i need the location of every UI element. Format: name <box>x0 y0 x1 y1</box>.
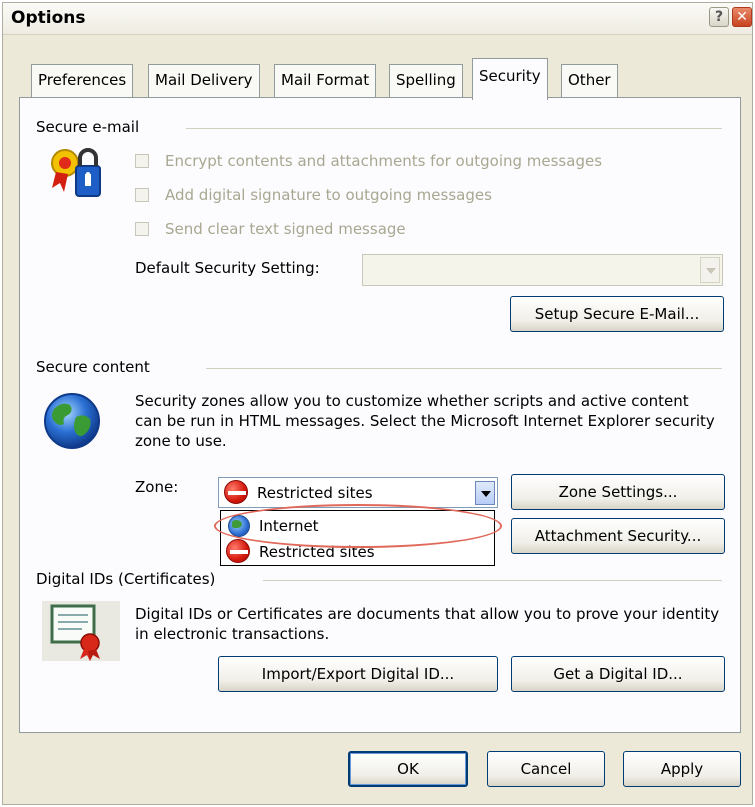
secure-email-group-title: Secure e-mail <box>36 118 146 136</box>
secure-content-description: Security zones allow you to customize wh… <box>135 392 715 450</box>
tab-mail-format[interactable]: Mail Format <box>274 64 377 98</box>
digital-signature-label: Add digital signature to outgoing messag… <box>165 186 492 204</box>
highlight-annotation <box>214 504 502 548</box>
setup-secure-email-button[interactable]: Setup Secure E-Mail... <box>510 296 724 332</box>
apply-button[interactable]: Apply <box>623 751 741 787</box>
digital-signature-checkbox[interactable] <box>135 188 149 202</box>
close-button[interactable]: ✕ <box>732 7 752 27</box>
restricted-sites-icon <box>226 539 250 563</box>
clear-text-signed-checkbox[interactable] <box>135 222 149 236</box>
tab-mail-delivery[interactable]: Mail Delivery <box>148 64 260 98</box>
restricted-sites-icon <box>224 480 248 504</box>
digital-ids-group-title: Digital IDs (Certificates) <box>36 570 222 588</box>
help-button[interactable]: ? <box>709 7 729 27</box>
tab-other[interactable]: Other <box>561 64 618 98</box>
attachment-security-button[interactable]: Attachment Security... <box>511 518 725 554</box>
tab-spelling[interactable]: Spelling <box>389 64 463 98</box>
tab-preferences[interactable]: Preferences <box>31 64 134 98</box>
clear-text-signed-label: Send clear text signed message <box>165 220 406 238</box>
globe-icon <box>42 391 102 451</box>
digital-ids-divider <box>263 580 722 581</box>
zone-label: Zone: <box>135 478 179 496</box>
window-title: Options <box>11 8 86 28</box>
secure-email-divider <box>186 128 722 129</box>
cancel-button[interactable]: Cancel <box>487 751 605 787</box>
default-security-setting-label: Default Security Setting: <box>135 259 320 277</box>
certificate-lock-icon <box>50 146 112 200</box>
get-digital-id-button[interactable]: Get a Digital ID... <box>511 656 725 692</box>
zone-settings-button[interactable]: Zone Settings... <box>511 474 725 510</box>
certificate-icon <box>42 601 120 661</box>
chevron-down-icon[interactable] <box>475 481 495 505</box>
secure-content-group-title: Secure content <box>36 358 156 376</box>
zone-select-value: Restricted sites <box>257 484 373 502</box>
default-security-setting-select[interactable] <box>362 254 723 286</box>
ok-button[interactable]: OK <box>348 751 468 787</box>
encrypt-contents-label: Encrypt contents and attachments for out… <box>165 152 603 170</box>
digital-ids-description: Digital IDs or Certificates are document… <box>135 605 720 643</box>
secure-content-divider <box>206 368 722 369</box>
tab-security[interactable]: Security <box>472 58 548 100</box>
encrypt-contents-checkbox[interactable] <box>135 154 149 168</box>
chevron-down-icon[interactable] <box>700 257 720 283</box>
title-bar[interactable]: Options ? ✕ <box>3 3 752 35</box>
import-export-digital-id-button[interactable]: Import/Export Digital ID... <box>218 656 498 692</box>
